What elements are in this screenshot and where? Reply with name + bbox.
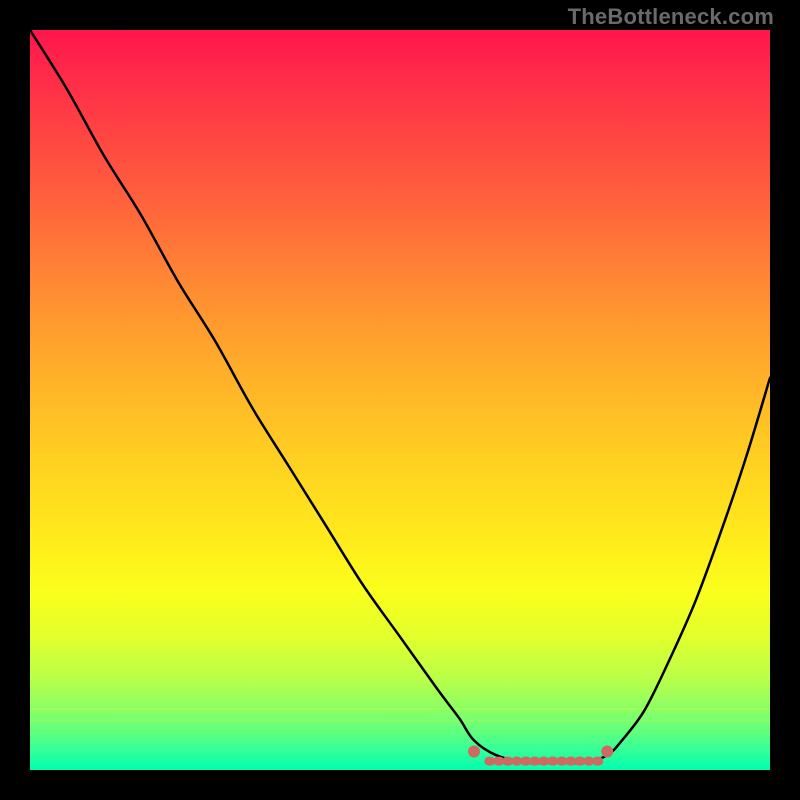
- bottleneck-curve: [30, 30, 770, 770]
- watermark-text: TheBottleneck.com: [568, 4, 774, 30]
- valley-marker-left: [468, 746, 480, 758]
- plot-area: [30, 30, 770, 770]
- valley-marker-right: [601, 746, 613, 758]
- chart-frame: TheBottleneck.com: [0, 0, 800, 800]
